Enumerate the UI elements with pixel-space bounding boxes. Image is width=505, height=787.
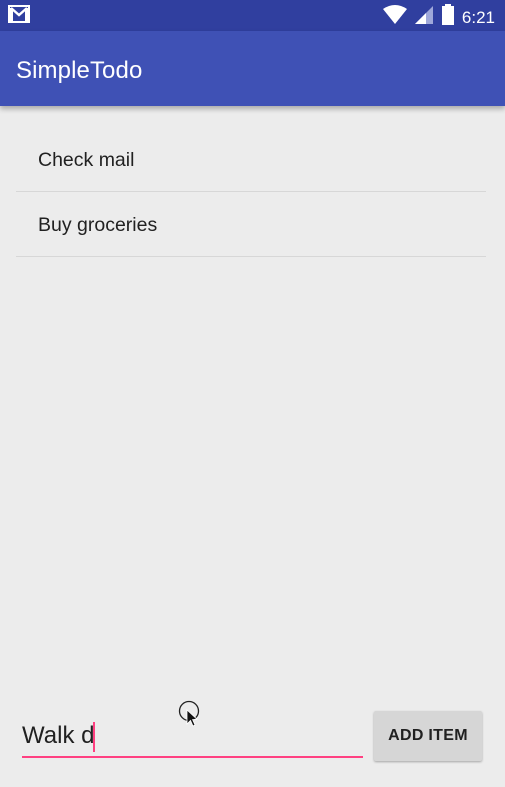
todo-item-label: Buy groceries [38,214,158,236]
text-caret [93,722,95,752]
mouse-cursor-icon [178,700,204,735]
gmail-icon [8,4,30,29]
todo-item[interactable]: Check mail [16,127,486,192]
app-title: SimpleTodo [16,57,143,84]
todo-item[interactable]: Buy groceries [16,192,486,257]
battery-icon [441,4,455,31]
app-bar: SimpleTodo [0,31,505,106]
todo-item-label: Check mail [38,149,135,171]
input-underline [22,756,363,758]
signal-icon [414,5,434,30]
wifi-icon [382,5,407,30]
todo-list: Check mail Buy groceries [16,127,486,257]
status-bar: 6:21 [0,0,505,31]
clock-time: 6:21 [461,7,495,27]
add-item-button[interactable]: ADD ITEM [374,711,482,761]
